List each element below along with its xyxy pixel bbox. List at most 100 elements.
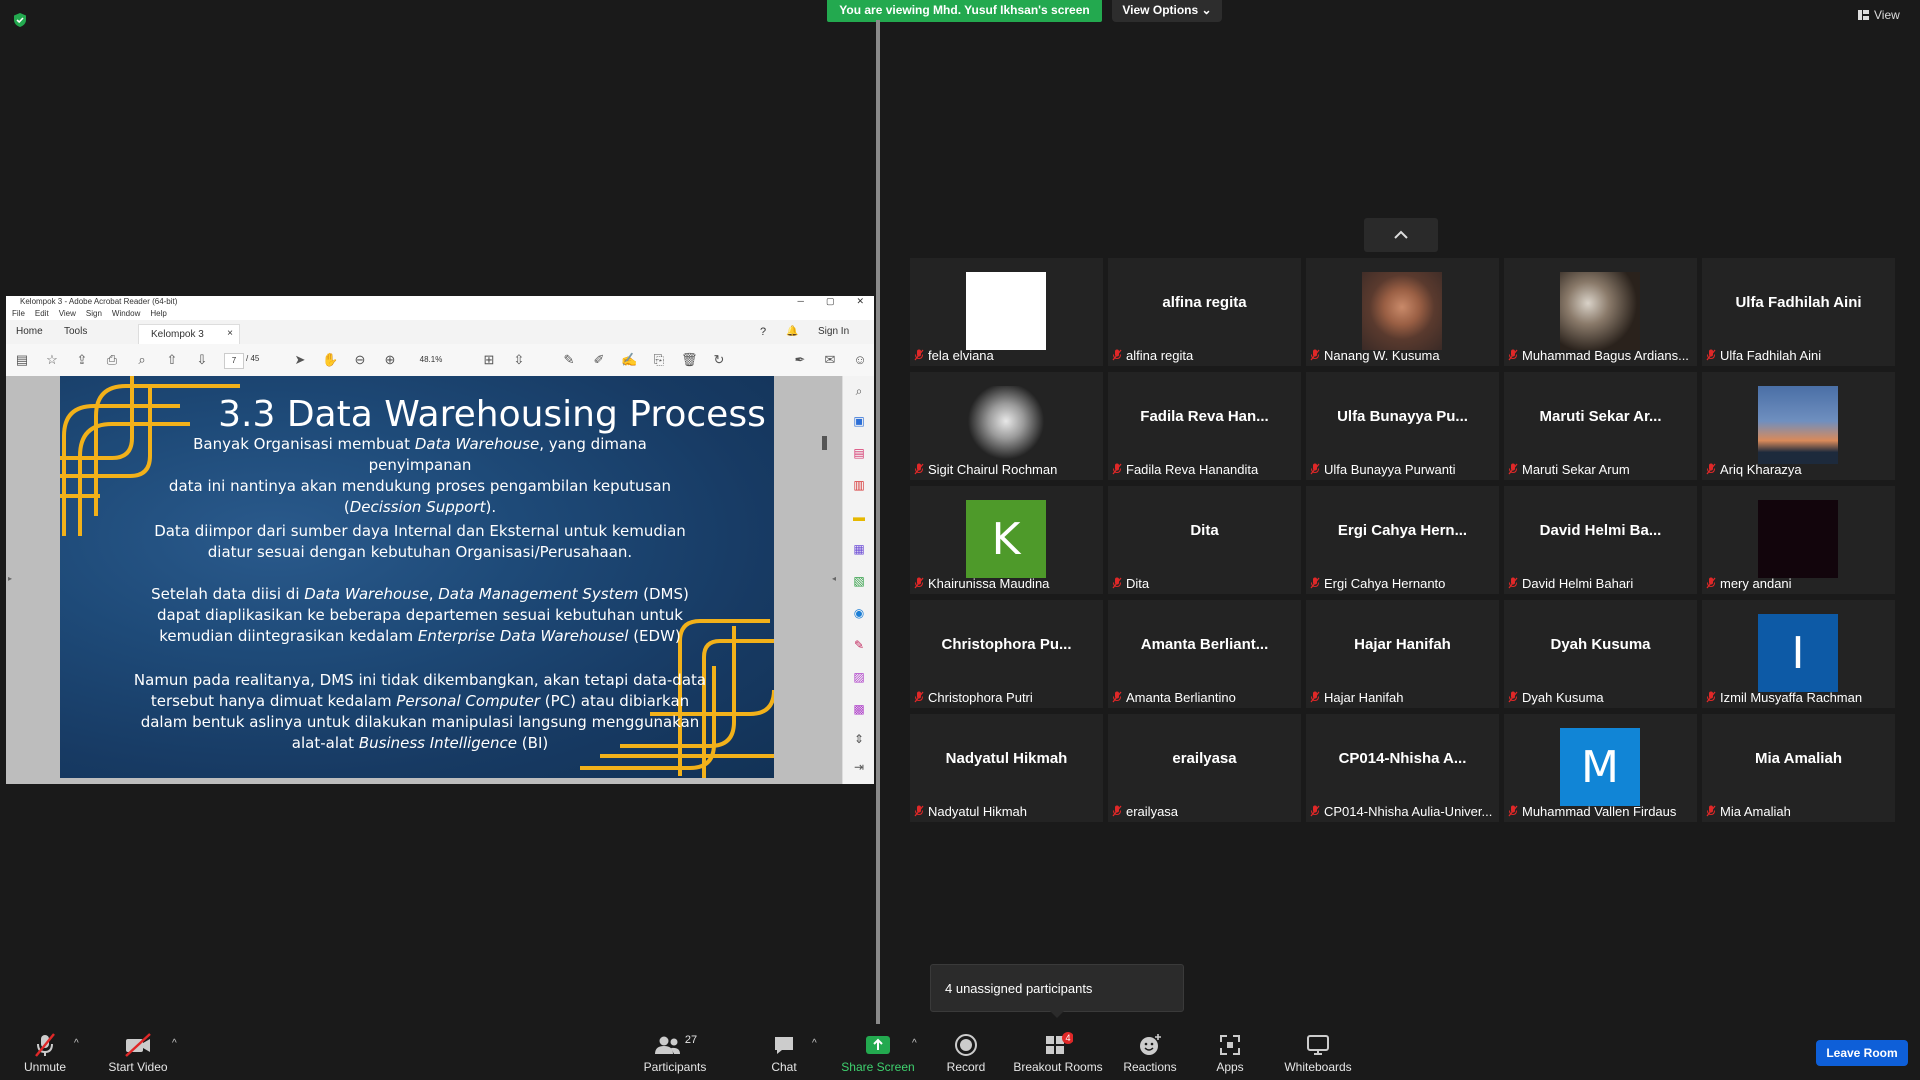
tab-tools[interactable]: Tools <box>64 326 87 337</box>
menu-view[interactable]: View <box>59 308 76 320</box>
combine-files-icon[interactable]: ▦ <box>852 542 866 556</box>
bell-icon[interactable]: 🔔 <box>786 326 798 337</box>
menu-window[interactable]: Window <box>112 308 140 320</box>
menu-edit[interactable]: Edit <box>35 308 49 320</box>
save-icon[interactable]: ▤ <box>14 352 30 368</box>
bookmark-star-icon[interactable]: ☆ <box>44 352 60 368</box>
participant-tile[interactable]: K Khairunissa Maudina <box>910 486 1103 594</box>
next-page-icon[interactable]: ⇩ <box>194 352 210 368</box>
participant-tile[interactable]: I Izmil Musyaffa Rachman <box>1702 600 1895 708</box>
left-panel-toggle-icon[interactable]: ▸ <box>8 574 12 583</box>
menu-sign[interactable]: Sign <box>86 308 102 320</box>
page-number-input[interactable]: 7 <box>224 353 244 369</box>
comment-icon[interactable]: ✎ <box>561 352 577 368</box>
fill-sign-tool-icon[interactable]: ✎ <box>852 638 866 652</box>
whiteboards-button[interactable]: Whiteboards <box>1280 1032 1356 1074</box>
close-icon[interactable]: ✕ <box>856 296 864 307</box>
participant-tile[interactable]: Maruti Sekar Ar... Maruti Sekar Arum <box>1504 372 1697 480</box>
print-icon[interactable]: ⎙ <box>104 352 120 368</box>
document-scrollbar-thumb[interactable] <box>822 436 827 450</box>
participant-tile[interactable]: Ariq Kharazya <box>1702 372 1895 480</box>
zoom-out-icon[interactable]: ⊖ <box>352 352 368 368</box>
reactions-button[interactable]: Reactions <box>1122 1032 1178 1074</box>
search-icon[interactable]: ⌕ <box>134 352 150 368</box>
participant-tile[interactable]: Ulfa Fadhilah Aini Ulfa Fadhilah Aini <box>1702 258 1895 366</box>
more-tools-icon[interactable]: ▩ <box>852 702 866 716</box>
collapse-gallery-button[interactable] <box>1364 218 1438 252</box>
chat-options-caret-icon[interactable]: ^ <box>812 1038 817 1049</box>
fill-sign-icon[interactable]: ✒ <box>792 352 808 368</box>
email-icon[interactable]: ✉ <box>822 352 838 368</box>
export-pdf-icon[interactable]: ▣ <box>852 414 866 428</box>
participant-tile[interactable]: Dyah Kusuma Dyah Kusuma <box>1504 600 1697 708</box>
apps-button[interactable]: Apps <box>1210 1032 1250 1074</box>
rail-pin-icon[interactable]: ⇥ <box>852 760 866 774</box>
delete-icon[interactable]: 🗑 <box>681 352 698 368</box>
scan-icon[interactable]: ◉ <box>852 606 866 620</box>
participant-tile[interactable]: Muhammad Bagus Ardians... <box>1504 258 1697 366</box>
participant-tile[interactable]: Nanang W. Kusuma <box>1306 258 1499 366</box>
participant-tile[interactable]: Christophora Pu... Christophora Putri <box>910 600 1103 708</box>
zoom-in-icon[interactable]: ⊕ <box>382 352 398 368</box>
unassigned-participants-popup[interactable]: 4 unassigned participants <box>930 964 1184 1012</box>
right-panel-collapse-icon[interactable]: ◂ <box>832 574 836 583</box>
maximize-icon[interactable]: ▢ <box>826 296 835 307</box>
record-button[interactable]: Record <box>940 1032 992 1074</box>
select-cursor-icon[interactable]: ➤ <box>292 352 308 368</box>
participant-tile[interactable]: alfina regita alfina regita <box>1108 258 1301 366</box>
participant-tile[interactable]: erailyasa erailyasa <box>1108 714 1301 822</box>
hand-tool-icon[interactable]: ✋ <box>322 352 338 368</box>
menu-file[interactable]: File <box>12 308 25 320</box>
participant-tile[interactable]: M Muhammad Vallen Firdaus <box>1504 714 1697 822</box>
stamp-icon[interactable]: ⎘ <box>651 352 667 368</box>
participant-tile[interactable]: fela elviana <box>910 258 1103 366</box>
minimize-icon[interactable]: ─ <box>798 296 804 307</box>
audio-options-caret-icon[interactable]: ^ <box>74 1038 79 1049</box>
upload-icon[interactable]: ⇪ <box>74 352 90 368</box>
share-screen-button[interactable]: Share Screen <box>838 1032 918 1074</box>
participant-tile[interactable]: David Helmi Ba... David Helmi Bahari <box>1504 486 1697 594</box>
share-options-caret-icon[interactable]: ^ <box>912 1038 917 1049</box>
start-video-button[interactable]: Start Video <box>104 1032 172 1074</box>
close-tab-icon[interactable]: × <box>227 328 233 339</box>
participant-tile[interactable]: Hajar Hanifah Hajar Hanifah <box>1306 600 1499 708</box>
participant-tile[interactable]: Dita Dita <box>1108 486 1301 594</box>
sign-in-button[interactable]: Sign In <box>818 326 849 337</box>
protect-icon[interactable]: ▨ <box>852 670 866 684</box>
zoom-level[interactable]: 48.1% <box>411 353 451 367</box>
page-fit-icon[interactable]: ⊞ <box>481 352 497 368</box>
participant-tile[interactable]: Fadila Reva Han... Fadila Reva Hanandita <box>1108 372 1301 480</box>
organize-pages-icon[interactable]: ▧ <box>852 574 866 588</box>
edit-pdf-icon[interactable]: ▥ <box>852 478 866 492</box>
leave-room-button[interactable]: Leave Room <box>1816 1040 1908 1066</box>
unmute-button[interactable]: Unmute <box>18 1032 72 1074</box>
security-shield-icon[interactable] <box>12 12 28 28</box>
search-tool-icon[interactable]: ⌕ <box>852 384 866 398</box>
participant-tile[interactable]: mery andani <box>1702 486 1895 594</box>
participant-tile[interactable]: CP014-Nhisha A... CP014-Nhisha Aulia-Univ… <box>1306 714 1499 822</box>
participant-tile[interactable]: Nadyatul Hikmah Nadyatul Hikmah <box>910 714 1103 822</box>
split-view-divider[interactable] <box>876 20 880 1028</box>
participant-tile[interactable]: Amanta Berliant... Amanta Berliantino <box>1108 600 1301 708</box>
prev-page-icon[interactable]: ⇧ <box>164 352 180 368</box>
menu-help[interactable]: Help <box>150 308 166 320</box>
highlight-icon[interactable]: ✐ <box>591 352 607 368</box>
chat-button[interactable]: Chat <box>762 1032 806 1074</box>
rotate-icon[interactable]: ↻ <box>711 352 727 368</box>
participant-tile[interactable]: Ergi Cahya Hern... Ergi Cahya Hernanto <box>1306 486 1499 594</box>
participant-tile[interactable]: Mia Amaliah Mia Amaliah <box>1702 714 1895 822</box>
video-options-caret-icon[interactable]: ^ <box>172 1038 177 1049</box>
share-user-icon[interactable]: ☺ <box>852 352 868 368</box>
rail-expand-icon[interactable]: ⇕ <box>852 732 866 746</box>
view-button[interactable]: View <box>1858 8 1900 22</box>
breakout-rooms-button[interactable]: 4 Breakout Rooms <box>1012 1032 1104 1074</box>
scroll-mode-icon[interactable]: ⇳ <box>511 352 527 368</box>
participant-tile[interactable]: Ulfa Bunayya Pu... Ulfa Bunayya Purwanti <box>1306 372 1499 480</box>
comment-tool-icon[interactable]: ▬ <box>852 510 866 524</box>
help-icon[interactable]: ? <box>760 326 766 338</box>
draw-icon[interactable]: ✍ <box>621 352 637 368</box>
view-options-button[interactable]: View Options ⌄ <box>1112 0 1222 22</box>
tab-home[interactable]: Home <box>16 326 43 337</box>
participants-button[interactable]: 27 Participants <box>640 1032 710 1074</box>
create-pdf-icon[interactable]: ▤ <box>852 446 866 460</box>
